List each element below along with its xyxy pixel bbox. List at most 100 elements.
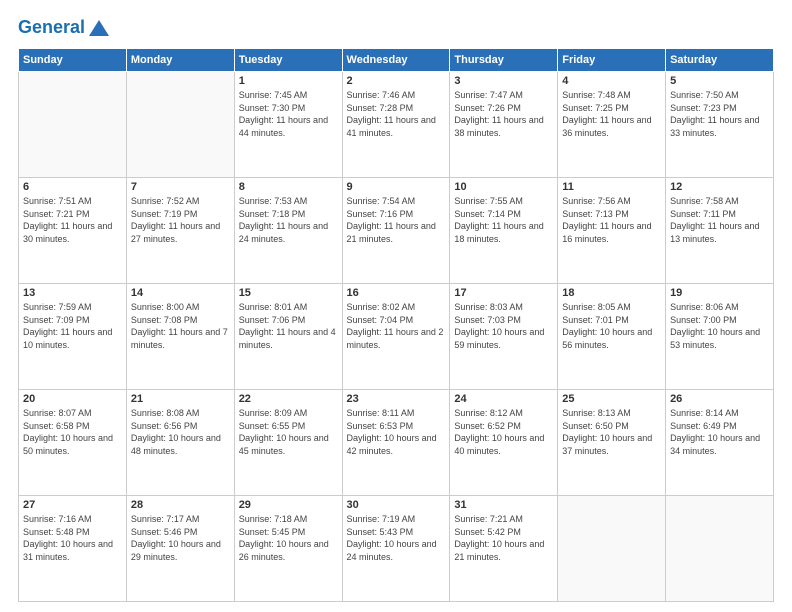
day-info: Sunrise: 7:55 AM Sunset: 7:14 PM Dayligh… [454, 195, 553, 245]
day-number: 6 [23, 181, 122, 193]
day-number: 10 [454, 181, 553, 193]
logo: General [18, 18, 111, 38]
day-cell: 15 Sunrise: 8:01 AM Sunset: 7:06 PM Dayli… [234, 284, 342, 390]
day-info: Sunrise: 8:06 AM Sunset: 7:00 PM Dayligh… [670, 301, 769, 351]
day-number: 13 [23, 287, 122, 299]
day-number: 30 [347, 499, 446, 511]
day-number: 29 [239, 499, 338, 511]
header-row: SundayMondayTuesdayWednesdayThursdayFrid… [19, 49, 774, 72]
day-cell: 26 Sunrise: 8:14 AM Sunset: 6:49 PM Dayli… [666, 390, 774, 496]
day-number: 4 [562, 75, 661, 87]
day-number: 28 [131, 499, 230, 511]
day-info: Sunrise: 8:08 AM Sunset: 6:56 PM Dayligh… [131, 407, 230, 457]
day-info: Sunrise: 8:11 AM Sunset: 6:53 PM Dayligh… [347, 407, 446, 457]
day-number: 14 [131, 287, 230, 299]
day-info: Sunrise: 8:00 AM Sunset: 7:08 PM Dayligh… [131, 301, 230, 351]
day-info: Sunrise: 7:58 AM Sunset: 7:11 PM Dayligh… [670, 195, 769, 245]
day-cell: 28 Sunrise: 7:17 AM Sunset: 5:46 PM Dayli… [126, 496, 234, 602]
week-row-5: 27 Sunrise: 7:16 AM Sunset: 5:48 PM Dayli… [19, 496, 774, 602]
day-cell [126, 72, 234, 178]
day-number: 22 [239, 393, 338, 405]
day-cell: 2 Sunrise: 7:46 AM Sunset: 7:28 PM Daylig… [342, 72, 450, 178]
day-info: Sunrise: 7:54 AM Sunset: 7:16 PM Dayligh… [347, 195, 446, 245]
day-info: Sunrise: 7:47 AM Sunset: 7:26 PM Dayligh… [454, 89, 553, 139]
day-cell: 17 Sunrise: 8:03 AM Sunset: 7:03 PM Dayli… [450, 284, 558, 390]
day-info: Sunrise: 7:45 AM Sunset: 7:30 PM Dayligh… [239, 89, 338, 139]
col-header-friday: Friday [558, 49, 666, 72]
day-info: Sunrise: 7:50 AM Sunset: 7:23 PM Dayligh… [670, 89, 769, 139]
day-cell: 27 Sunrise: 7:16 AM Sunset: 5:48 PM Dayli… [19, 496, 127, 602]
day-cell: 6 Sunrise: 7:51 AM Sunset: 7:21 PM Daylig… [19, 178, 127, 284]
day-info: Sunrise: 7:16 AM Sunset: 5:48 PM Dayligh… [23, 513, 122, 563]
col-header-saturday: Saturday [666, 49, 774, 72]
day-number: 24 [454, 393, 553, 405]
day-info: Sunrise: 8:07 AM Sunset: 6:58 PM Dayligh… [23, 407, 122, 457]
header: General [18, 18, 774, 38]
day-number: 5 [670, 75, 769, 87]
col-header-sunday: Sunday [19, 49, 127, 72]
calendar-table: SundayMondayTuesdayWednesdayThursdayFrid… [18, 48, 774, 602]
week-row-1: 1 Sunrise: 7:45 AM Sunset: 7:30 PM Daylig… [19, 72, 774, 178]
day-info: Sunrise: 7:51 AM Sunset: 7:21 PM Dayligh… [23, 195, 122, 245]
day-cell: 20Sunrise: 8:07 AM Sunset: 6:58 PM Dayli… [19, 390, 127, 496]
day-number: 8 [239, 181, 338, 193]
day-number: 11 [562, 181, 661, 193]
day-cell [558, 496, 666, 602]
day-number: 27 [23, 499, 122, 511]
day-info: Sunrise: 7:48 AM Sunset: 7:25 PM Dayligh… [562, 89, 661, 139]
day-cell: 24 Sunrise: 8:12 AM Sunset: 6:52 PM Dayli… [450, 390, 558, 496]
day-cell: 14 Sunrise: 8:00 AM Sunset: 7:08 PM Dayli… [126, 284, 234, 390]
day-number: 1 [239, 75, 338, 87]
day-cell: 7 Sunrise: 7:52 AM Sunset: 7:19 PM Daylig… [126, 178, 234, 284]
day-info: Sunrise: 7:59 AM Sunset: 7:09 PM Dayligh… [23, 301, 122, 351]
day-number: 23 [347, 393, 446, 405]
day-info: Sunrise: 8:12 AM Sunset: 6:52 PM Dayligh… [454, 407, 553, 457]
col-header-thursday: Thursday [450, 49, 558, 72]
day-number: 31 [454, 499, 553, 511]
day-info: Sunrise: 8:09 AM Sunset: 6:55 PM Dayligh… [239, 407, 338, 457]
day-info: Sunrise: 7:46 AM Sunset: 7:28 PM Dayligh… [347, 89, 446, 139]
day-number: 7 [131, 181, 230, 193]
day-info: Sunrise: 7:18 AM Sunset: 5:45 PM Dayligh… [239, 513, 338, 563]
day-info: Sunrise: 7:56 AM Sunset: 7:13 PM Dayligh… [562, 195, 661, 245]
day-cell: 19 Sunrise: 8:06 AM Sunset: 7:00 PM Dayli… [666, 284, 774, 390]
day-number: 2 [347, 75, 446, 87]
page: General SundayMondayTuesdayWednesdayThur… [0, 0, 792, 612]
day-cell [666, 496, 774, 602]
day-number: 19 [670, 287, 769, 299]
col-header-tuesday: Tuesday [234, 49, 342, 72]
day-cell: 1 Sunrise: 7:45 AM Sunset: 7:30 PM Daylig… [234, 72, 342, 178]
day-cell: 9 Sunrise: 7:54 AM Sunset: 7:16 PM Daylig… [342, 178, 450, 284]
day-cell: 4 Sunrise: 7:48 AM Sunset: 7:25 PM Daylig… [558, 72, 666, 178]
day-cell: 31Sunrise: 7:21 AM Sunset: 5:42 PM Dayli… [450, 496, 558, 602]
day-cell: 30 Sunrise: 7:19 AM Sunset: 5:43 PM Dayli… [342, 496, 450, 602]
col-header-wednesday: Wednesday [342, 49, 450, 72]
day-cell: 23 Sunrise: 8:11 AM Sunset: 6:53 PM Dayli… [342, 390, 450, 496]
day-info: Sunrise: 8:01 AM Sunset: 7:06 PM Dayligh… [239, 301, 338, 351]
day-info: Sunrise: 7:53 AM Sunset: 7:18 PM Dayligh… [239, 195, 338, 245]
day-info: Sunrise: 7:17 AM Sunset: 5:46 PM Dayligh… [131, 513, 230, 563]
day-number: 17 [454, 287, 553, 299]
day-number: 25 [562, 393, 661, 405]
day-info: Sunrise: 7:19 AM Sunset: 5:43 PM Dayligh… [347, 513, 446, 563]
day-number: 9 [347, 181, 446, 193]
day-number: 26 [670, 393, 769, 405]
day-number: 12 [670, 181, 769, 193]
day-info: Sunrise: 8:14 AM Sunset: 6:49 PM Dayligh… [670, 407, 769, 457]
day-cell: 8 Sunrise: 7:53 AM Sunset: 7:18 PM Daylig… [234, 178, 342, 284]
week-row-4: 20Sunrise: 8:07 AM Sunset: 6:58 PM Dayli… [19, 390, 774, 496]
day-cell: 25Sunrise: 8:13 AM Sunset: 6:50 PM Dayli… [558, 390, 666, 496]
day-info: Sunrise: 8:02 AM Sunset: 7:04 PM Dayligh… [347, 301, 446, 351]
day-cell: 21Sunrise: 8:08 AM Sunset: 6:56 PM Dayli… [126, 390, 234, 496]
day-cell [19, 72, 127, 178]
logo-text: General [18, 18, 85, 38]
day-cell: 5 Sunrise: 7:50 AM Sunset: 7:23 PM Daylig… [666, 72, 774, 178]
day-info: Sunrise: 8:05 AM Sunset: 7:01 PM Dayligh… [562, 301, 661, 351]
day-cell: 18Sunrise: 8:05 AM Sunset: 7:01 PM Dayli… [558, 284, 666, 390]
day-number: 15 [239, 287, 338, 299]
day-cell: 16Sunrise: 8:02 AM Sunset: 7:04 PM Dayli… [342, 284, 450, 390]
day-cell: 12 Sunrise: 7:58 AM Sunset: 7:11 PM Dayli… [666, 178, 774, 284]
day-info: Sunrise: 8:03 AM Sunset: 7:03 PM Dayligh… [454, 301, 553, 351]
day-cell: 29 Sunrise: 7:18 AM Sunset: 5:45 PM Dayli… [234, 496, 342, 602]
day-info: Sunrise: 7:52 AM Sunset: 7:19 PM Dayligh… [131, 195, 230, 245]
